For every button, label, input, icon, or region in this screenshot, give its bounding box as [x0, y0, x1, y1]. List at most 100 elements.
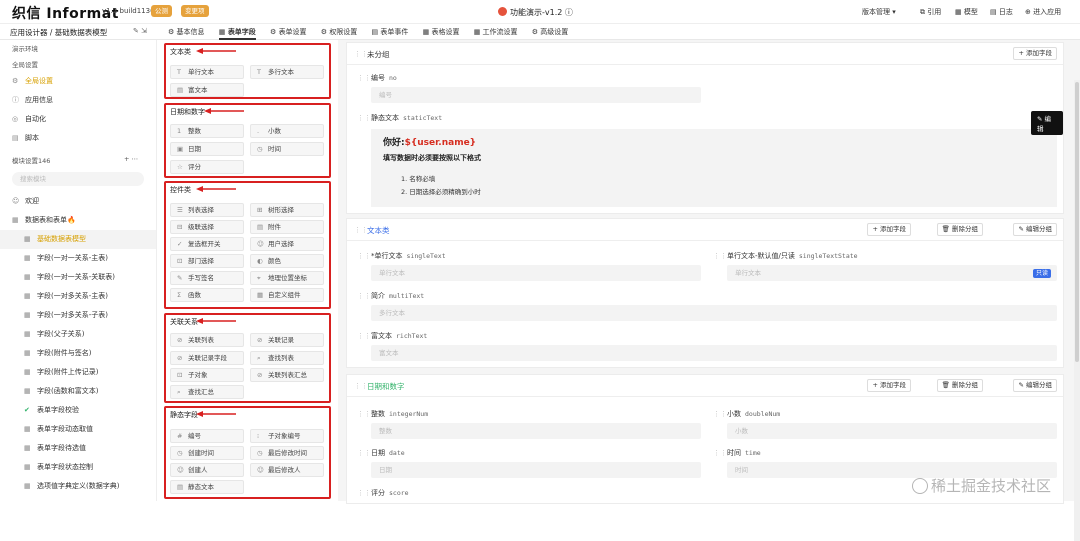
- help-icon[interactable]: ⓘ: [565, 8, 573, 17]
- field-multi-text[interactable]: ⋮⋮ 简介 multiText 多行文本: [357, 291, 1057, 321]
- app-title[interactable]: 功能演示-v1.2 ⓘ: [498, 7, 573, 18]
- palette-item[interactable]: ▣ 日期: [170, 142, 244, 156]
- palette-item[interactable]: ⊘ 关联列表汇总: [250, 368, 324, 382]
- model-button[interactable]: ▦ 模型: [955, 7, 978, 17]
- sidebar-subitem[interactable]: ▦ 选项值字典定义(数据字典): [0, 477, 156, 496]
- field-integer[interactable]: ⋮⋮ 整数 integerNum 整数: [357, 409, 701, 439]
- sidebar-item-app-info[interactable]: ⓘ 应用信息: [0, 91, 156, 110]
- palette-item[interactable]: # 编号: [170, 429, 244, 443]
- palette-item[interactable]: ⌕ 查找汇总: [170, 385, 244, 399]
- drag-handle-icon[interactable]: ⋮⋮: [357, 114, 371, 122]
- field-input[interactable]: 整数: [371, 423, 701, 439]
- sidebar-subitem[interactable]: ▦ 字段(附件上传记录): [0, 363, 156, 382]
- palette-item[interactable]: ▤ 富文本: [170, 83, 244, 97]
- tab-permission-settings[interactable]: ⚙ 权限设置: [321, 27, 358, 40]
- version-manage-button[interactable]: 版本管理 ▾: [862, 7, 896, 17]
- sidebar-subitem[interactable]: ▦ 表单字段状态控制: [0, 458, 156, 477]
- sidebar-item-automation[interactable]: ◎ 自动化: [0, 110, 156, 129]
- field-input[interactable]: 单行文本 只读: [727, 265, 1057, 281]
- drag-handle-icon[interactable]: ⋮⋮: [357, 489, 371, 497]
- sidebar-subitem[interactable]: ▦ 表单字段动态取值: [0, 420, 156, 439]
- tab-advanced-settings[interactable]: ⚙ 高级设置: [532, 27, 569, 40]
- field-input[interactable]: 日期: [371, 462, 701, 478]
- palette-item[interactable]: ⌖ 地理位置坐标: [250, 271, 324, 285]
- edit-group-button[interactable]: ✎ 编辑分组: [1013, 379, 1057, 392]
- field-score[interactable]: ⋮⋮ 评分 score: [357, 488, 701, 498]
- reference-button[interactable]: ⧉ 引用: [920, 7, 941, 17]
- drag-handle-icon[interactable]: ⋮⋮: [357, 449, 371, 457]
- field-static-text[interactable]: ⋮⋮ 静态文本 staticText: [357, 113, 701, 123]
- export-icon[interactable]: ⇲: [141, 27, 147, 35]
- tab-form-fields[interactable]: ▦ 表单字段: [218, 27, 256, 40]
- sidebar-item-welcome[interactable]: ☺ 欢迎: [0, 192, 156, 211]
- field-time[interactable]: ⋮⋮ 时间 time 时间: [713, 448, 1057, 478]
- drag-handle-icon[interactable]: ⋮⋮: [354, 382, 368, 390]
- palette-item[interactable]: ⌕ 查找列表: [250, 351, 324, 365]
- field-input[interactable]: 编号: [371, 87, 701, 103]
- palette-item[interactable]: ⊡ 部门选择: [170, 254, 244, 268]
- sidebar-subitem[interactable]: ✔ 表单字段校验: [0, 401, 156, 420]
- palette-item[interactable]: 1 整数: [170, 124, 244, 138]
- drag-handle-icon[interactable]: ⋮⋮: [713, 449, 727, 457]
- sidebar-subitem[interactable]: ▦ 表单字段待选值: [0, 439, 156, 458]
- sidebar-subitem[interactable]: ▦ 字段(一对多关系-子表): [0, 306, 156, 325]
- tab-form-events[interactable]: ▤ 表单事件: [372, 27, 409, 40]
- drag-handle-icon[interactable]: ⋮⋮: [713, 410, 727, 418]
- field-single-text-state[interactable]: ⋮⋮ 单行文本-默认值/只读 singleTextState 单行文本 只读: [713, 251, 1057, 281]
- drag-handle-icon[interactable]: ⋮⋮: [354, 50, 368, 58]
- delete-group-button[interactable]: 🗑 删除分组: [936, 379, 983, 392]
- palette-item[interactable]: ☆ 评分: [170, 160, 244, 174]
- palette-item[interactable]: T 多行文本: [250, 65, 324, 79]
- field-input[interactable]: 富文本: [371, 345, 1057, 361]
- palette-item[interactable]: ⊘ 关联记录字段: [170, 351, 244, 365]
- drag-handle-icon[interactable]: ⋮⋮: [357, 410, 371, 418]
- scrollbar[interactable]: [1074, 80, 1080, 541]
- sidebar-item-global-settings[interactable]: ⚙ 全局设置: [0, 72, 156, 91]
- add-field-button[interactable]: + 添加字段: [867, 223, 911, 236]
- tab-form-settings[interactable]: ⚙ 表单设置: [270, 27, 307, 40]
- palette-item[interactable]: ▦ 自定义组件: [250, 288, 324, 302]
- field-no[interactable]: ⋮⋮ 编号 no 编号: [357, 73, 701, 103]
- palette-item[interactable]: ◐ 颜色: [250, 254, 324, 268]
- enter-app-button[interactable]: ⊕ 进入应用: [1025, 7, 1061, 17]
- palette-item[interactable]: ◷ 最后修改时间: [250, 446, 324, 460]
- palette-item[interactable]: Σ 函数: [170, 288, 244, 302]
- drag-handle-icon[interactable]: ⋮⋮: [357, 74, 371, 82]
- drag-handle-icon[interactable]: ⋮⋮: [357, 252, 371, 260]
- palette-item[interactable]: . 小数: [250, 124, 324, 138]
- palette-item[interactable]: ✎ 手写签名: [170, 271, 244, 285]
- palette-item[interactable]: ☺ 创建人: [170, 463, 244, 477]
- field-input[interactable]: 多行文本: [371, 305, 1057, 321]
- sidebar-subitem[interactable]: ▦ 基础数据表模型: [0, 230, 156, 249]
- palette-item[interactable]: ▤ 附件: [250, 220, 324, 234]
- sidebar-subitem[interactable]: ▦ 字段(附件与签名): [0, 344, 156, 363]
- sidebar-subitem[interactable]: ▦ 字段(一对一关系-主表): [0, 249, 156, 268]
- edit-group-button[interactable]: ✎ 编辑分组: [1013, 223, 1057, 236]
- add-field-button[interactable]: + 添加字段: [867, 379, 911, 392]
- sidebar-subitem[interactable]: ▦ 字段(父子关系): [0, 325, 156, 344]
- field-rich-text[interactable]: ⋮⋮ 富文本 richText 富文本: [357, 331, 1057, 361]
- drag-handle-icon[interactable]: ⋮⋮: [357, 332, 371, 340]
- palette-item[interactable]: ⊞ 树形选择: [250, 203, 324, 217]
- sidebar-subitem[interactable]: ▦ 字段(一对多关系-主表): [0, 287, 156, 306]
- palette-item[interactable]: ⊟ 级联选择: [170, 220, 244, 234]
- field-single-text[interactable]: ⋮⋮ *单行文本 singleText 单行文本: [357, 251, 701, 281]
- sidebar-folder-tables[interactable]: ▦ 数据表和表单🔥: [0, 211, 156, 230]
- palette-item[interactable]: T 单行文本: [170, 65, 244, 79]
- tab-table-settings[interactable]: ▦ 表格设置: [423, 27, 460, 40]
- tab-workflow-settings[interactable]: ▦ 工作流设置: [474, 27, 518, 40]
- palette-item[interactable]: ◷ 创建时间: [170, 446, 244, 460]
- changes-badge[interactable]: 变更项: [181, 5, 209, 17]
- drag-handle-icon[interactable]: ⋮⋮: [713, 252, 727, 260]
- sidebar-subitem[interactable]: ▦ 字段(一对一关系-关联表): [0, 268, 156, 287]
- tab-basic-info[interactable]: ⚙ 基本信息: [168, 27, 205, 40]
- edit-button[interactable]: ✎ 编辑: [1031, 111, 1063, 135]
- sidebar-item-script[interactable]: ▤ 脚本: [0, 129, 156, 148]
- palette-item[interactable]: ⊡ 子对象: [170, 368, 244, 382]
- palette-item[interactable]: ⊘ 关联列表: [170, 333, 244, 347]
- module-search-input[interactable]: 搜索模块: [12, 172, 144, 186]
- palette-item[interactable]: ✓ 复选框开关: [170, 237, 244, 251]
- palette-item[interactable]: ⁝ 子对象编号: [250, 429, 324, 443]
- field-date[interactable]: ⋮⋮ 日期 date 日期: [357, 448, 701, 478]
- delete-group-button[interactable]: 🗑 删除分组: [936, 223, 983, 236]
